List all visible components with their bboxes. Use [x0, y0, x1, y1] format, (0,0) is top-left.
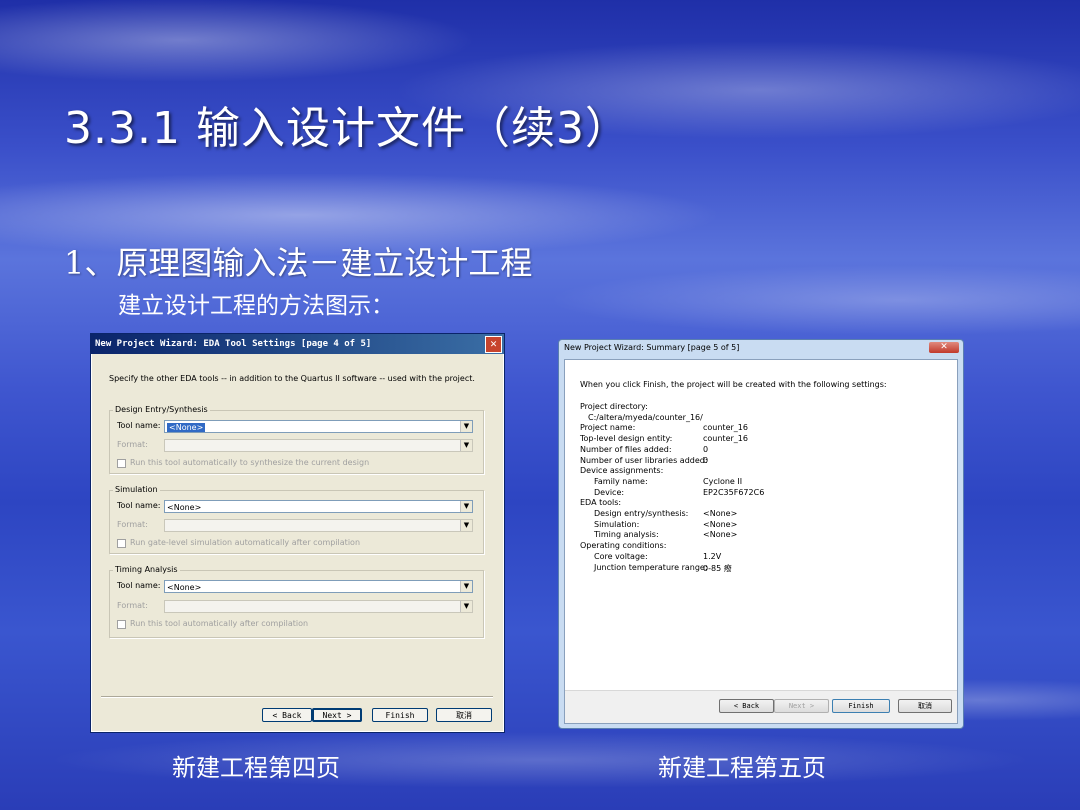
dialog-footer: < Back Next > Finish 取消 — [565, 690, 957, 723]
finish-button[interactable]: Finish — [832, 699, 890, 713]
next-button[interactable]: Next > — [774, 699, 829, 713]
summary-label: Top-level design entity: — [580, 434, 673, 444]
chevron-down-icon[interactable]: ▼ — [460, 501, 472, 512]
summary-label: Project directory: — [580, 402, 648, 411]
design-entry-format-select[interactable]: ▼ — [164, 439, 473, 452]
summary-label: Operating conditions: — [580, 541, 667, 551]
summary-value: counter_16 — [703, 434, 748, 444]
checkbox-label: Run this tool automatically after compil… — [130, 619, 309, 628]
summary-label: Family name: — [594, 476, 648, 486]
group-title: Simulation — [113, 485, 160, 494]
summary-label: Design entry/synthesis: — [594, 509, 689, 518]
summary-value: 0 — [703, 444, 709, 454]
cancel-button[interactable]: 取消 — [436, 708, 492, 722]
summary-value: counter_16 — [703, 423, 748, 433]
summary-value: 1.2V — [703, 551, 722, 561]
cancel-button[interactable]: 取消 — [898, 699, 952, 713]
select-value: <None> — [167, 423, 206, 432]
back-button[interactable]: < Back — [262, 708, 312, 722]
next-button[interactable]: Next > — [312, 708, 362, 722]
checkbox-label: Run gate-level simulation automatically … — [130, 538, 361, 547]
slide-title: 3.3.1 输入设计文件（续3） — [64, 103, 630, 154]
checkbox-label: Run this tool automatically to synthesiz… — [130, 458, 370, 467]
summary-label: EDA tools: — [580, 498, 622, 508]
timing-format-select[interactable]: ▼ — [164, 600, 473, 613]
summary-value: <None> — [703, 530, 738, 540]
tool-name-label: Tool name: — [117, 581, 161, 590]
close-icon[interactable]: ✕ — [929, 342, 959, 353]
summary-label: Device: — [594, 487, 625, 497]
back-button[interactable]: < Back — [719, 699, 774, 713]
dialog-titlebar: New Project Wizard: EDA Tool Settings [p… — [91, 334, 504, 354]
format-label: Format: — [117, 520, 148, 529]
summary-label: Project name: — [580, 423, 636, 433]
summary-value: <None> — [703, 519, 738, 529]
tool-name-label: Tool name: — [117, 501, 161, 510]
select-value: <None> — [167, 503, 202, 512]
summary-value: Cyclone II — [703, 476, 743, 486]
format-label: Format: — [117, 601, 148, 610]
summary-dialog: New Project Wizard: Summary [page 5 of 5… — [558, 339, 964, 729]
caption-left: 新建工程第四页 — [172, 754, 340, 782]
eda-tool-settings-dialog: New Project Wizard: EDA Tool Settings [p… — [90, 333, 505, 733]
select-value: <None> — [167, 583, 202, 592]
dialog-body: When you click Finish, the project will … — [564, 359, 958, 724]
dialog-title: New Project Wizard: EDA Tool Settings [p… — [95, 339, 372, 349]
chevron-down-icon[interactable]: ▼ — [460, 520, 472, 531]
simulation-format-select[interactable]: ▼ — [164, 519, 473, 532]
format-label: Format: — [117, 440, 148, 449]
chevron-down-icon[interactable]: ▼ — [460, 601, 472, 612]
timing-tool-select[interactable]: <None> ▼ — [164, 580, 473, 593]
summary-label: Timing analysis: — [594, 530, 659, 540]
bullet-main: 1、原理图输入法－建立设计工程 — [64, 244, 533, 282]
bullet-sub: 建立设计工程的方法图示： — [118, 293, 394, 319]
intro-text: Specify the other EDA tools -- in additi… — [109, 374, 475, 383]
summary-label: Number of files added: — [580, 444, 672, 454]
checkbox[interactable] — [117, 459, 126, 468]
summary-label: Simulation: — [594, 519, 640, 529]
chevron-down-icon[interactable]: ▼ — [460, 581, 472, 592]
dialog-titlebar: New Project Wizard: Summary [page 5 of 5… — [559, 340, 963, 356]
summary-label: Core voltage: — [594, 551, 648, 561]
simulation-tool-select[interactable]: <None> ▼ — [164, 500, 473, 513]
summary-value: <None> — [703, 509, 738, 518]
summary-label: Junction temperature range: — [594, 562, 708, 572]
checkbox[interactable] — [117, 620, 126, 629]
summary-label: Device assignments: — [580, 466, 664, 476]
close-icon[interactable]: ✕ — [485, 336, 502, 353]
dialog-title: New Project Wizard: Summary [page 5 of 5… — [564, 343, 740, 352]
group-title: Design Entry/Synthesis — [113, 405, 210, 414]
chevron-down-icon[interactable]: ▼ — [460, 440, 472, 451]
summary-value: 0 — [703, 455, 709, 465]
summary-label: Number of user libraries added: — [580, 455, 708, 465]
tool-name-label: Tool name: — [117, 421, 161, 430]
intro-text: When you click Finish, the project will … — [580, 380, 887, 389]
summary-label: C:/altera/myeda/counter_16/ — [588, 412, 703, 422]
group-title: Timing Analysis — [113, 565, 180, 574]
caption-right: 新建工程第五页 — [658, 754, 826, 782]
finish-button[interactable]: Finish — [372, 708, 428, 722]
checkbox[interactable] — [117, 539, 126, 548]
summary-value: EP2C35F672C6 — [703, 487, 765, 497]
chevron-down-icon[interactable]: ▼ — [460, 421, 472, 432]
divider — [101, 696, 493, 697]
summary-value: 0-85 癈 — [703, 563, 732, 573]
design-entry-tool-select[interactable]: <None> ▼ — [164, 420, 473, 433]
